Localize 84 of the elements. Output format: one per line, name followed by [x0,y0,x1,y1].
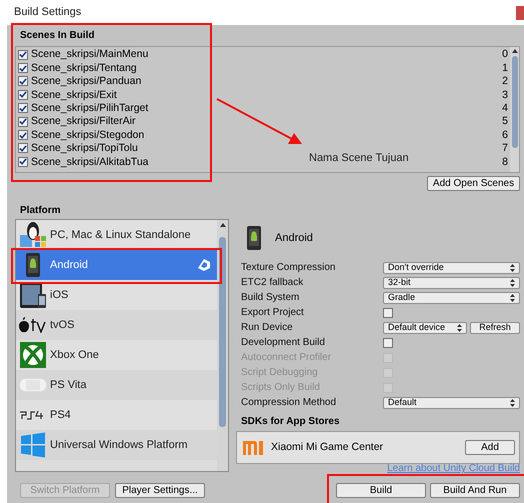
platform-item[interactable]: tvOS [16,310,217,340]
scrollbar[interactable] [510,47,519,172]
setting-label: Scripts Only Build [241,382,321,392]
setting-label: Autoconnect Profiler [241,352,332,362]
scene-path: Scene_skripsi/Exit [31,90,117,100]
dropdown[interactable]: Don't override [383,262,520,274]
window-title: Build Settings [14,5,82,20]
setting-label: ETC2 fallback [241,278,304,288]
platform-title: Android [275,230,313,246]
checkbox[interactable] [383,338,393,348]
setting-label: Run Device [241,322,294,332]
scene-path: Scene_skripsi/TopiTolu [31,143,138,154]
scene-path: Scene_skripsi/MainMenu [31,49,148,60]
setting-label: Compression Method [241,398,338,408]
checkbox[interactable] [18,50,28,60]
button[interactable]: Build And Run [430,483,520,498]
button[interactable]: Build [336,483,426,498]
scene-path: Scene_skripsi/Tentang [31,62,137,74]
setting-label: Build System [241,292,300,302]
scene-path: Scene_skripsi/Panduan [31,76,142,87]
scrollbar[interactable] [217,220,228,471]
up-down-arrows-icon [510,294,515,302]
close-button[interactable] [516,6,524,20]
scene-index: 3 [502,90,508,100]
scroll-up-icon[interactable] [512,49,518,53]
scene-index: 0 [502,49,508,60]
setting-label: Development Build [241,338,326,348]
scene-index: 8 [502,156,508,168]
scene-index: 1 [502,62,508,74]
setting-label: Script Debugging [241,368,319,378]
platform-item[interactable]: iOS [16,280,217,310]
button[interactable]: Player Settings... [115,483,205,498]
checkbox[interactable] [18,130,28,140]
checkbox[interactable] [383,308,393,318]
scene-index: 5 [502,116,508,127]
apple-tv-icon [18,317,48,333]
checkbox[interactable] [18,63,28,74]
section-heading: Platform [19,204,62,218]
platform-item[interactable]: PC, Mac & Linux Standalone [16,220,217,250]
checkbox[interactable] [18,116,28,127]
xbox-icon [20,342,46,368]
scene-path: Scene_skripsi/FilterAir [31,116,136,127]
checkbox[interactable] [18,156,28,167]
penguin-windows-icon [18,221,48,249]
platform-item[interactable]: Android [16,250,217,280]
checkbox[interactable] [18,90,28,100]
up-down-arrows-icon [510,264,515,272]
windows-icon [20,432,46,458]
dropdown[interactable]: Gradle [383,292,520,304]
up-down-arrows-icon [457,324,462,332]
tablet-phone-icon [19,281,47,309]
up-down-arrows-icon [510,398,515,406]
sdk-name: Xiaomi Mi Game Center [271,440,384,455]
dropdown[interactable]: Default device [383,322,467,334]
phone-android-icon [26,253,40,277]
platform-item[interactable]: PS4 [16,400,217,430]
mi-logo-icon [243,440,263,454]
button[interactable]: Refresh [470,322,520,334]
checkbox[interactable] [18,103,28,114]
scene-path: Scene_skripsi/PilihTarget [31,103,148,114]
platform-item[interactable]: Universal Windows Platform [16,430,217,460]
scene-index: 2 [502,76,508,87]
scene-index: 6 [502,130,508,140]
scene-index: 4 [502,103,508,114]
setting-label: Texture Compression [241,262,336,272]
button[interactable]: Add [465,440,515,455]
checkbox[interactable] [18,76,28,86]
scene-path: Scene_skripsi/Stegodon [31,130,144,140]
handheld-console-icon [19,378,47,392]
scene-index: 7 [502,143,508,154]
scroll-up-icon[interactable] [220,223,226,227]
section-heading: Scenes In Build [19,29,96,43]
button[interactable]: Add Open Scenes [427,176,520,191]
annotation-text: Nama Scene Tujuan [309,151,409,166]
dropdown[interactable]: 32-bit [383,276,520,288]
dropdown[interactable]: Default [383,396,520,408]
checkbox[interactable] [18,143,28,154]
up-down-arrows-icon [510,278,515,286]
platform-item[interactable]: PS Vita [16,370,217,400]
setting-label: Export Project [241,308,305,318]
platform-item[interactable]: Xbox One [16,340,217,370]
phone-android-icon [247,226,261,250]
section-heading: SDKs for App Stores [241,415,341,429]
scene-path: Scene_skripsi/AlkitabTua [31,156,148,168]
